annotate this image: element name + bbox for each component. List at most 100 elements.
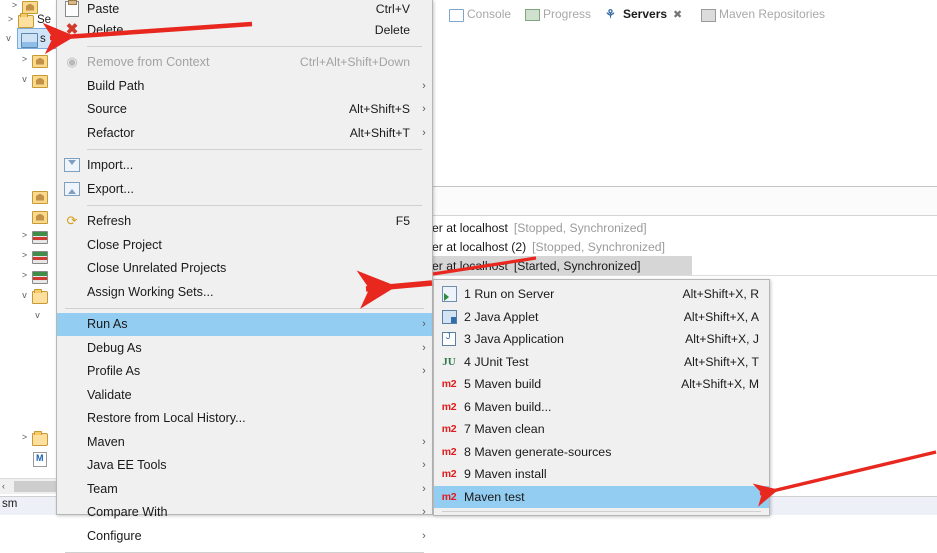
menu-item-assign-working-sets[interactable]: Assign Working Sets... — [57, 280, 432, 304]
chevron-right-icon: › — [422, 126, 426, 139]
package-icon — [31, 52, 48, 68]
menu-item-maven[interactable]: Maven › — [57, 430, 432, 454]
menu-item-paste[interactable]: Paste Ctrl+V — [57, 0, 432, 18]
menu-item-delete[interactable]: ✖ Delete Delete — [57, 18, 432, 42]
menu-item-import[interactable]: Import... — [57, 154, 432, 178]
server-state: [Stopped, Synchronized] — [532, 239, 665, 254]
submenu-item-java-application[interactable]: 3 Java Application Alt+Shift+X, J — [434, 328, 769, 351]
server-row[interactable]: er at localhost (2) [Stopped, Synchroniz… — [430, 237, 665, 256]
tree-item[interactable]: > Se — [0, 10, 51, 29]
menu-item-profile-as[interactable]: Profile As › — [57, 360, 432, 384]
menu-item-label: Paste — [87, 2, 120, 16]
submenu-item-maven-build[interactable]: m2 5 Maven build Alt+Shift+X, M — [434, 373, 769, 396]
tree-item[interactable]: > — [0, 50, 51, 69]
menu-separator — [65, 551, 424, 553]
server-row[interactable]: er at localhost [Stopped, Synchronized] — [430, 218, 647, 237]
maven-icon: m2 — [441, 423, 457, 436]
submenu-item-label: 4 JUnit Test — [464, 354, 529, 369]
menu-item-label: Configure — [87, 528, 142, 543]
tab-maven-repositories-label: Maven Repositories — [719, 7, 826, 21]
tree-item[interactable] — [0, 206, 51, 225]
tree-item[interactable] — [0, 186, 51, 205]
menu-item-debug-as[interactable]: Debug As › — [57, 336, 432, 360]
submenu-item-java-applet[interactable]: 2 Java Applet Alt+Shift+X, A — [434, 306, 769, 329]
scroll-left-arrow-icon[interactable]: ‹ — [2, 481, 5, 491]
menu-item-compare-with[interactable]: Compare With › — [57, 501, 432, 525]
menu-item-refresh[interactable]: ⟳ Refresh F5 — [57, 210, 432, 234]
tree-item[interactable] — [0, 448, 51, 467]
tree-item[interactable]: v — [0, 286, 51, 305]
twisty-icon[interactable]: v — [2, 29, 16, 48]
status-text: sm — [2, 498, 18, 510]
menu-item-java-ee-tools[interactable]: Java EE Tools › — [57, 454, 432, 478]
maven-icon: m2 — [441, 490, 457, 503]
twisty-icon[interactable]: > — [18, 50, 31, 69]
horizontal-scrollbar[interactable]: ‹ — [0, 478, 56, 494]
scrollbar-thumb[interactable] — [14, 481, 56, 492]
submenu-item-maven-clean[interactable]: m2 7 Maven clean — [434, 418, 769, 441]
chevron-right-icon: › — [422, 435, 426, 448]
twisty-icon[interactable]: > — [18, 428, 31, 447]
menu-item-configure[interactable]: Configure › — [57, 524, 432, 548]
close-icon[interactable]: ✖ — [673, 8, 682, 21]
menu-item-accel: Alt+Shift+T — [349, 125, 410, 140]
twisty-icon[interactable]: v — [18, 286, 31, 305]
submenu-item-maven-install[interactable]: m2 9 Maven install — [434, 463, 769, 486]
tab-progress[interactable]: Progress — [524, 0, 591, 28]
submenu-item-accel: Alt+Shift+X, M — [681, 377, 759, 392]
menu-item-validate[interactable]: Validate — [57, 383, 432, 407]
menu-item-close-unrelated-projects[interactable]: Close Unrelated Projects — [57, 257, 432, 281]
tab-maven-repositories[interactable]: Maven Repositories — [700, 0, 825, 28]
menu-item-label: Close Project — [87, 237, 162, 252]
package-icon — [31, 188, 48, 204]
menu-item-label: Compare With — [87, 505, 168, 520]
menu-separator — [87, 148, 422, 150]
tree-item[interactable]: > — [0, 226, 51, 245]
menu-item-run-as[interactable]: Run As › — [57, 312, 432, 336]
maven-icon: m2 — [441, 445, 457, 458]
chevron-right-icon: › — [422, 482, 426, 495]
submenu-item-maven-generate-sources[interactable]: m2 8 Maven generate-sources — [434, 441, 769, 464]
server-state: [Started, Synchronized] — [513, 258, 641, 273]
menu-item-refactor[interactable]: Refactor Alt+Shift+T › — [57, 121, 432, 145]
submenu-item-run-on-server[interactable]: 1 Run on Server Alt+Shift+X, R — [434, 283, 769, 306]
tree-item[interactable]: > — [0, 246, 51, 265]
menu-item-accel: Delete — [374, 22, 410, 37]
twisty-icon[interactable]: v — [31, 306, 44, 325]
tab-servers[interactable]: ⚘ Servers ✖ — [604, 0, 682, 28]
twisty-icon[interactable]: > — [4, 10, 17, 29]
server-row-selected[interactable]: er at localhost [Started, Synchronized] — [430, 256, 692, 275]
tree-item[interactable]: > — [0, 428, 51, 447]
menu-item-label: Refresh — [87, 214, 132, 229]
twisty-icon[interactable]: > — [18, 226, 31, 245]
submenu-item-junit-test[interactable]: JU 4 JUnit Test Alt+Shift+X, T — [434, 351, 769, 374]
twisty-icon[interactable]: > — [18, 246, 31, 265]
run-as-submenu[interactable]: 1 Run on Server Alt+Shift+X, R 2 Java Ap… — [433, 279, 770, 516]
menu-item-label: Refactor — [87, 125, 135, 140]
maven-repositories-icon — [700, 7, 716, 22]
menu-item-close-project[interactable]: Close Project — [57, 233, 432, 257]
menu-item-label: Java EE Tools — [87, 458, 167, 473]
tab-console[interactable]: Console — [448, 0, 511, 28]
menu-item-source[interactable]: Source Alt+Shift+S › — [57, 98, 432, 122]
tree-item[interactable]: v — [0, 70, 51, 89]
submenu-item-label: 6 Maven build... — [464, 399, 552, 414]
submenu-item-maven-test[interactable]: m2 Maven test — [434, 485, 769, 508]
menu-item-accel: Alt+Shift+S — [349, 102, 410, 117]
menu-item-build-path[interactable]: Build Path › — [57, 74, 432, 98]
project-context-menu[interactable]: Paste Ctrl+V ✖ Delete Delete ◉ Remove fr… — [56, 0, 433, 553]
tree-item[interactable]: > — [0, 266, 51, 285]
menu-item-label: Validate — [87, 387, 132, 402]
menu-item-export[interactable]: Export... — [57, 177, 432, 201]
tree-item-label: s — [40, 32, 46, 45]
tree-item[interactable]: v — [0, 306, 44, 325]
twisty-icon[interactable]: > — [18, 266, 31, 285]
submenu-item-label: 8 Maven generate-sources — [464, 444, 612, 459]
export-icon — [57, 181, 87, 196]
twisty-icon[interactable]: v — [18, 70, 31, 89]
menu-item-team[interactable]: Team › — [57, 477, 432, 501]
menu-item-restore-from-local-history[interactable]: Restore from Local History... — [57, 407, 432, 431]
tree-item-selected-project[interactable]: s — [17, 28, 59, 49]
maven-icon: m2 — [441, 400, 457, 413]
submenu-item-maven-build-dialog[interactable]: m2 6 Maven build... — [434, 396, 769, 419]
